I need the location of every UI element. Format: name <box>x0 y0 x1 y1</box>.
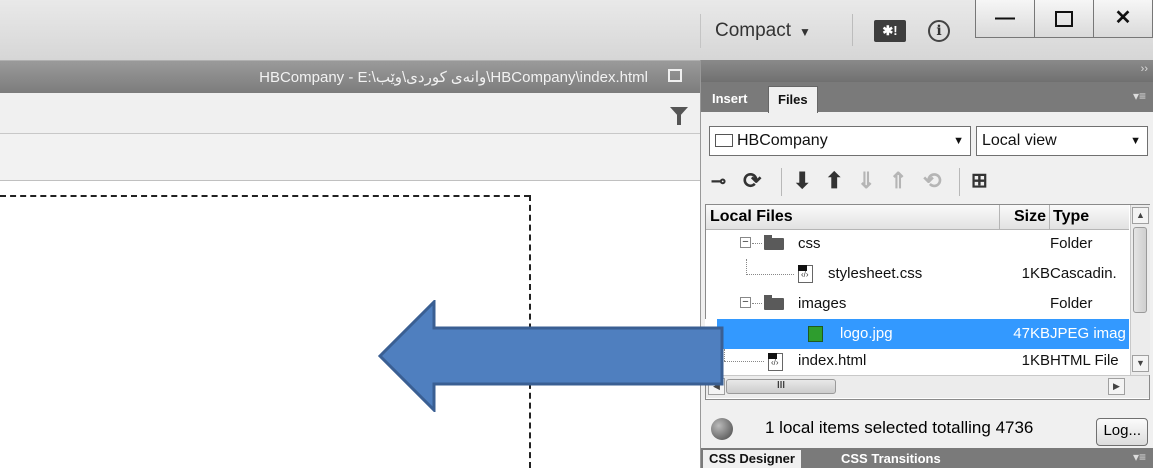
file-type: Folder <box>1050 235 1093 252</box>
tree-line <box>724 361 764 362</box>
column-size[interactable]: Size <box>1000 205 1050 229</box>
divider <box>959 168 960 196</box>
site-globe-icon <box>711 418 733 440</box>
panel-tabs: Insert Files ▾≡ <box>701 82 1153 113</box>
file-type: JPEG imag <box>1050 325 1126 342</box>
collapse-toggle-icon[interactable]: − <box>740 237 751 248</box>
minimize-button[interactable]: — <box>975 0 1035 38</box>
chevron-down-icon: ▼ <box>953 135 964 147</box>
tab-insert[interactable]: Insert <box>703 86 756 112</box>
column-local-files[interactable]: Local Files <box>706 205 1000 229</box>
arrow-shape <box>378 300 724 412</box>
file-type: Cascadin. <box>1050 265 1117 282</box>
file-name: css <box>798 235 821 252</box>
scroll-thumb[interactable]: III <box>726 379 836 394</box>
file-name: index.html <box>798 352 867 369</box>
file-size: 1KB <box>1021 352 1050 369</box>
image-file-icon <box>808 326 823 342</box>
workspace-label: Compact <box>715 20 792 41</box>
tree-line <box>746 274 794 275</box>
sync-icon[interactable]: ⟲ <box>923 168 941 194</box>
file-size: 47KB <box>1013 325 1050 342</box>
horizontal-scrollbar[interactable]: ◀ III ▶ <box>706 375 1149 398</box>
file-name: images <box>798 295 847 312</box>
get-files-icon[interactable]: ⬇ <box>793 168 811 194</box>
chevron-down-icon: ▼ <box>799 25 811 39</box>
restore-document-icon[interactable] <box>668 69 682 82</box>
document-toolbar <box>0 134 700 181</box>
divider <box>852 14 853 46</box>
file-list-header: Local Files Size Type <box>706 205 1129 230</box>
folder-icon <box>764 295 784 310</box>
document-title: HBCompany - E:\وانەی کوردی\وێب\HBCompany… <box>259 69 648 86</box>
file-type: Folder <box>1050 295 1093 312</box>
panel-menu-icon[interactable]: ▾≡ <box>1133 89 1146 103</box>
folder-icon <box>715 134 733 148</box>
scroll-thumb[interactable] <box>1133 227 1147 313</box>
file-row-index[interactable]: index.html 1KB HTML File <box>706 349 1129 375</box>
code-file-icon <box>768 353 783 371</box>
files-toolbar: ⊸ ⟳ ⬇ ⬆ ⇓ ⇑ ⟲ ⊞ <box>701 162 1153 200</box>
file-name: logo.jpg <box>840 325 893 342</box>
left-arrow-icon <box>378 300 724 412</box>
scroll-up-icon[interactable]: ▲ <box>1132 207 1149 224</box>
status-bar: 1 local items selected totalling 4736 Lo… <box>701 410 1153 446</box>
file-row-images[interactable]: − images Folder <box>706 289 1129 319</box>
document-title-bar: HBCompany - E:\وانەی کوردی\وێب\HBCompany… <box>0 61 700 93</box>
tree-line <box>746 259 747 275</box>
vertical-scrollbar[interactable]: ▲ ▼ <box>1130 205 1150 375</box>
collapse-toggle-icon[interactable]: − <box>740 297 751 308</box>
check-in-icon[interactable]: ⇑ <box>889 168 907 194</box>
file-list: Local Files Size Type − css Folder style… <box>705 204 1150 400</box>
file-size: 1KB <box>1021 265 1050 282</box>
restore-button[interactable] <box>1034 0 1094 38</box>
tab-css-designer[interactable]: CSS Designer <box>703 450 801 468</box>
check-out-icon[interactable]: ⇓ <box>857 168 875 194</box>
site-select[interactable]: HBCompany ▼ <box>709 126 971 156</box>
files-panel: ›› Insert Files ▾≡ HBCompany ▼ Local vie… <box>700 60 1153 468</box>
application-bar: Compact ▼ ✱! i — ✕ <box>0 0 1153 61</box>
bottom-panel-tabs: CSS Designer CSS Transitions ▾≡ <box>701 448 1153 468</box>
info-icon[interactable]: i <box>928 20 950 42</box>
expand-panel-icon[interactable]: ⊞ <box>971 168 988 194</box>
site-select-value: HBCompany <box>737 132 828 149</box>
scroll-down-icon[interactable]: ▼ <box>1132 355 1149 372</box>
view-select[interactable]: Local view ▼ <box>976 126 1148 156</box>
workspace-switcher[interactable]: Compact ▼ <box>700 14 825 48</box>
file-row-css[interactable]: − css Folder <box>706 229 1129 259</box>
put-files-icon[interactable]: ⬆ <box>825 168 843 194</box>
folder-icon <box>764 235 784 250</box>
close-button[interactable]: ✕ <box>1093 0 1153 38</box>
filter-bar <box>0 93 700 134</box>
refresh-icon[interactable]: ⟳ <box>743 168 761 194</box>
log-button[interactable]: Log... <box>1096 418 1148 446</box>
file-type: HTML File <box>1050 352 1119 369</box>
page-guide-horizontal <box>0 195 530 197</box>
chevron-down-icon: ▼ <box>1130 135 1141 147</box>
sync-settings-icon[interactable]: ✱! <box>874 20 906 42</box>
filter-icon[interactable] <box>670 107 688 125</box>
file-name: stylesheet.css <box>828 265 923 282</box>
panel-header: ›› <box>701 60 1153 82</box>
code-file-icon <box>798 265 813 283</box>
restore-icon <box>1055 11 1073 27</box>
status-text: 1 local items selected totalling 4736 <box>765 418 1034 437</box>
file-row-stylesheet[interactable]: stylesheet.css 1KB Cascadin. <box>706 259 1129 289</box>
file-row-logo[interactable]: logo.jpg 47KB JPEG imag <box>705 319 1129 349</box>
tab-files[interactable]: Files <box>768 86 818 113</box>
panel-menu-icon[interactable]: ▾≡ <box>1133 450 1146 464</box>
tree-line <box>752 243 762 244</box>
collapse-icon[interactable]: ›› <box>1141 63 1148 75</box>
disconnect-icon[interactable]: ⊸ <box>711 168 726 194</box>
column-type[interactable]: Type <box>1050 205 1129 229</box>
divider <box>781 168 782 196</box>
tree-line <box>752 303 762 304</box>
tab-css-transitions[interactable]: CSS Transitions <box>835 450 947 468</box>
scroll-right-icon[interactable]: ▶ <box>1108 378 1125 395</box>
view-select-value: Local view <box>982 132 1057 149</box>
